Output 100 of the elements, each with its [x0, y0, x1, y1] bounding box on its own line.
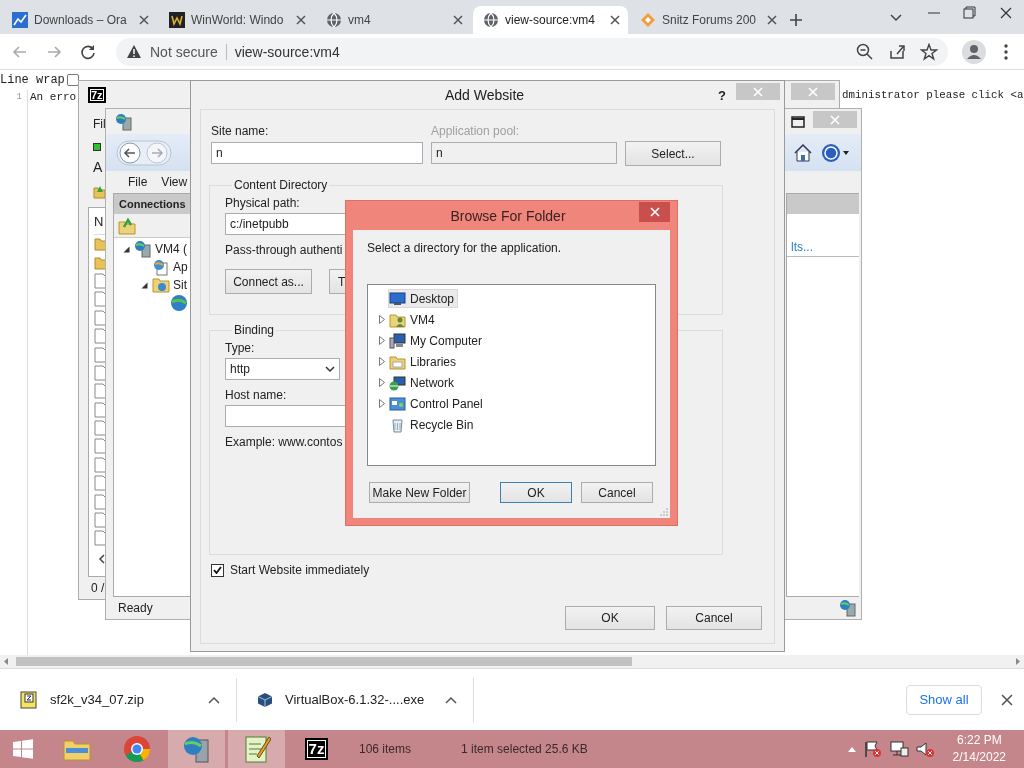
- checkbox-label: Start Website immediately: [230, 563, 370, 577]
- star-icon[interactable]: [920, 42, 938, 61]
- download-item[interactable]: VirtualBox-6.1.32-....exe: [237, 677, 474, 722]
- download-item[interactable]: sf2k_v34_07.zip: [0, 677, 237, 722]
- zoom-out-icon[interactable]: [856, 42, 874, 61]
- cancel-button[interactable]: Cancel: [666, 606, 762, 630]
- close-icon: [753, 86, 763, 97]
- browser-tab[interactable]: vm4: [316, 6, 471, 34]
- select-button[interactable]: Select...: [625, 141, 721, 166]
- horizontal-scrollbar[interactable]: [0, 655, 1024, 668]
- taskbar-app[interactable]: 7z: [288, 730, 345, 768]
- browser-tab[interactable]: view-source:vm4: [473, 6, 628, 34]
- tree-item[interactable]: Network: [388, 372, 458, 393]
- globe-icon: [170, 294, 188, 312]
- taskbar-app[interactable]: [228, 730, 285, 768]
- close-icon: [649, 207, 660, 217]
- connect-button[interactable]: Connect as...: [225, 269, 312, 294]
- collapse-arrow-icon[interactable]: [141, 281, 148, 289]
- status-text: 1 item selected 25.6 KB: [461, 742, 588, 756]
- expand-arrow-icon[interactable]: [379, 336, 385, 345]
- browser-tab[interactable]: Snitz Forums 200: [630, 6, 785, 34]
- globe-icon: [326, 12, 342, 28]
- resize-grip-icon: [660, 508, 668, 516]
- server-globe-icon: [181, 734, 212, 764]
- square-logo-icon: [169, 12, 185, 28]
- input-field[interactable]: n: [211, 142, 423, 164]
- scroll-left-icon[interactable]: [98, 553, 106, 564]
- line-wrap-label: Line wrap: [0, 73, 65, 87]
- help-button[interactable]: ?: [718, 87, 726, 103]
- collapse-arrow-icon[interactable]: [123, 245, 130, 253]
- tree-item[interactable]: Control Panel: [388, 393, 487, 414]
- security-label: Not secure: [150, 43, 218, 60]
- browser-tab[interactable]: Downloads – Ora: [2, 6, 157, 34]
- field-label: Host name:: [225, 388, 287, 402]
- dropdown[interactable]: http: [225, 358, 340, 380]
- ok-button[interactable]: OK: [500, 482, 572, 503]
- tree-item[interactable]: Ap: [173, 260, 188, 274]
- link[interactable]: lts...: [787, 214, 859, 257]
- url-text: view-source:vm4: [234, 43, 340, 60]
- expand-arrow-icon[interactable]: [379, 357, 385, 366]
- new-folder-button[interactable]: Make New Folder: [369, 482, 470, 503]
- chrome-icon: [122, 735, 151, 763]
- library-folder-icon: [389, 353, 406, 370]
- field-label: Site name:: [211, 124, 270, 138]
- tree-item[interactable]: Sit: [173, 278, 187, 292]
- app-logo: 7z: [88, 87, 106, 103]
- tree-item[interactable]: My Computer: [388, 330, 487, 351]
- network-icon[interactable]: [888, 740, 909, 758]
- close-icon[interactable]: [765, 13, 779, 27]
- close-icon[interactable]: [137, 13, 151, 27]
- status-text: 106 items: [359, 742, 412, 756]
- tree-item[interactable]: Libraries: [388, 351, 461, 372]
- share-icon[interactable]: [888, 42, 906, 61]
- close-icon[interactable]: [451, 13, 465, 27]
- expand-arrow-icon[interactable]: [379, 378, 385, 387]
- source-text: An erro: [30, 91, 77, 103]
- home-icon[interactable]: [793, 142, 813, 163]
- flag-icon[interactable]: [862, 740, 883, 758]
- close-icon: [808, 86, 818, 97]
- toolbar-icon[interactable]: [93, 143, 101, 151]
- expand-arrow-icon[interactable]: [379, 315, 385, 324]
- checkbox[interactable]: [211, 563, 224, 577]
- line-wrap-checkbox[interactable]: [66, 74, 79, 86]
- app-pool-icon: [152, 258, 170, 276]
- tree-item[interactable]: Recycle Bin: [388, 414, 478, 435]
- cancel-button[interactable]: Cancel: [581, 482, 653, 503]
- close-icon[interactable]: [608, 13, 622, 27]
- help-icon[interactable]: [821, 142, 851, 163]
- chevron-up-icon[interactable]: [208, 695, 220, 704]
- show-all-button[interactable]: Show all: [906, 684, 982, 715]
- app-logo: 7z: [304, 738, 329, 760]
- status-text: Ready: [118, 601, 153, 615]
- tree-item[interactable]: VM4: [388, 309, 439, 330]
- chevron-up-icon[interactable]: [445, 695, 457, 704]
- zip-file-icon: [20, 690, 38, 709]
- server-globe-icon: [134, 240, 152, 258]
- speaker-muted-icon[interactable]: [914, 740, 935, 758]
- connect-icon[interactable]: [118, 216, 136, 235]
- address-bar[interactable]: Not secure view-source:vm4: [116, 37, 948, 66]
- close-button[interactable]: [639, 202, 670, 222]
- close-icon[interactable]: [1000, 692, 1014, 707]
- browser-tab[interactable]: WinWorld: Windo: [159, 6, 314, 34]
- tree-item[interactable]: VM4 (: [155, 242, 187, 256]
- folder-globe-icon: [152, 276, 170, 294]
- prompt-text: Select a directory for the application.: [367, 241, 563, 255]
- globe-icon: [483, 12, 499, 28]
- menu-item[interactable]: View: [161, 175, 188, 189]
- group-title: Binding: [233, 323, 276, 337]
- close-icon[interactable]: [294, 13, 308, 27]
- expand-arrow-icon[interactable]: [379, 399, 385, 408]
- panel-header: [787, 194, 859, 214]
- field-label: Pass-through authenti: [225, 243, 343, 257]
- maximize-icon[interactable]: [791, 115, 805, 128]
- back-forward-icon[interactable]: [116, 138, 172, 167]
- ok-button[interactable]: OK: [565, 606, 655, 630]
- tree-item[interactable]: Desktop: [388, 289, 459, 308]
- profile-icon[interactable]: [960, 37, 988, 66]
- diamond-icon: [640, 12, 656, 28]
- source-text: dministrator please click <a: [842, 89, 1024, 101]
- menu-item[interactable]: File: [128, 175, 148, 189]
